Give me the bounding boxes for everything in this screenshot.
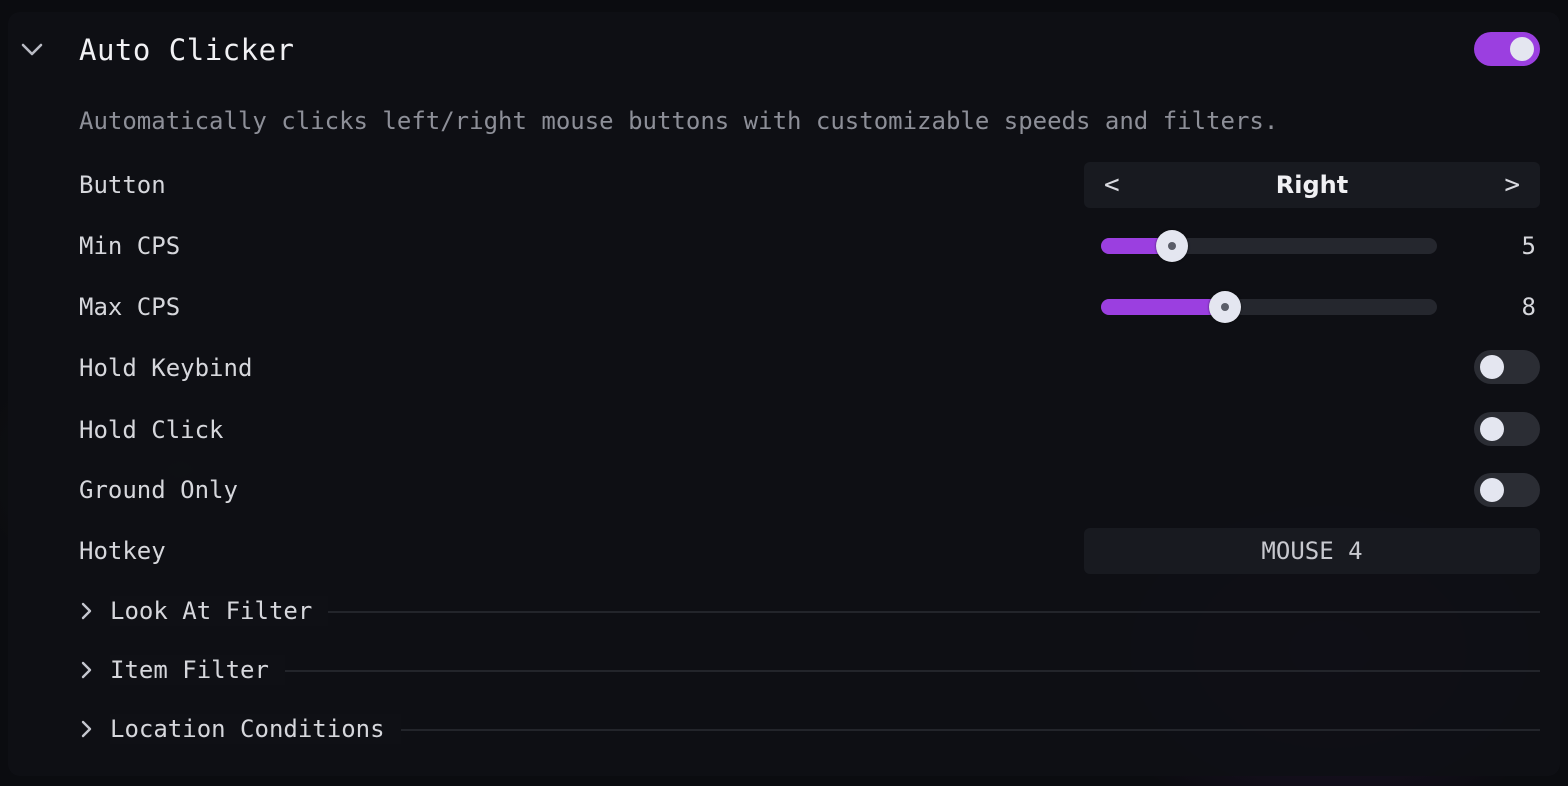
ground-only-label: Ground Only [79,476,238,504]
slider-fill [1101,299,1225,315]
section-label: Item Filter [110,655,285,685]
hotkey-value: MOUSE 4 [1261,537,1363,565]
button-setting-label: Button [79,171,166,199]
toggle-knob [1480,355,1504,379]
slider-thumb[interactable] [1209,291,1241,323]
section-look-at-filter[interactable]: Look At Filter [79,593,1540,629]
hold-keybind-label: Hold Keybind [79,354,253,382]
selector-next-button[interactable]: > [1504,170,1520,200]
chevron-right-icon [81,661,92,679]
button-selector: < Right > [1084,162,1540,208]
section-location-conditions[interactable]: Location Conditions [79,711,1540,747]
hotkey-label: Hotkey [79,537,166,565]
hold-click-toggle[interactable] [1474,412,1540,446]
ground-only-toggle[interactable] [1474,473,1540,507]
module-header[interactable]: Auto Clicker [8,12,1560,90]
module-title: Auto Clicker [79,33,295,67]
section-label: Location Conditions [110,714,401,744]
slider-thumb[interactable] [1156,230,1188,262]
hotkey-button[interactable]: MOUSE 4 [1084,528,1540,574]
max-cps-slider[interactable] [1101,291,1437,323]
toggle-knob [1480,417,1504,441]
min-cps-value: 5 [1521,232,1536,260]
module-description: Automatically clicks left/right mouse bu… [79,107,1279,135]
min-cps-slider[interactable] [1101,230,1437,262]
section-divider [110,670,1540,672]
max-cps-value: 8 [1521,293,1536,321]
thumb-dot [1221,303,1229,311]
module-panel: Auto Clicker Automatically clicks left/r… [8,12,1560,776]
section-item-filter[interactable]: Item Filter [79,652,1540,688]
section-label: Look At Filter [110,596,329,626]
chevron-down-icon[interactable] [20,38,44,62]
chevron-right-icon [81,720,92,738]
chevron-right-icon [81,602,92,620]
min-cps-label: Min CPS [79,232,181,260]
toggle-knob [1480,478,1504,502]
hold-click-label: Hold Click [79,416,224,444]
thumb-dot [1168,242,1176,250]
toggle-knob [1510,37,1534,61]
module-enable-toggle[interactable] [1474,32,1540,66]
hold-keybind-toggle[interactable] [1474,350,1540,384]
max-cps-label: Max CPS [79,293,181,321]
selector-value: Right [1275,171,1349,199]
